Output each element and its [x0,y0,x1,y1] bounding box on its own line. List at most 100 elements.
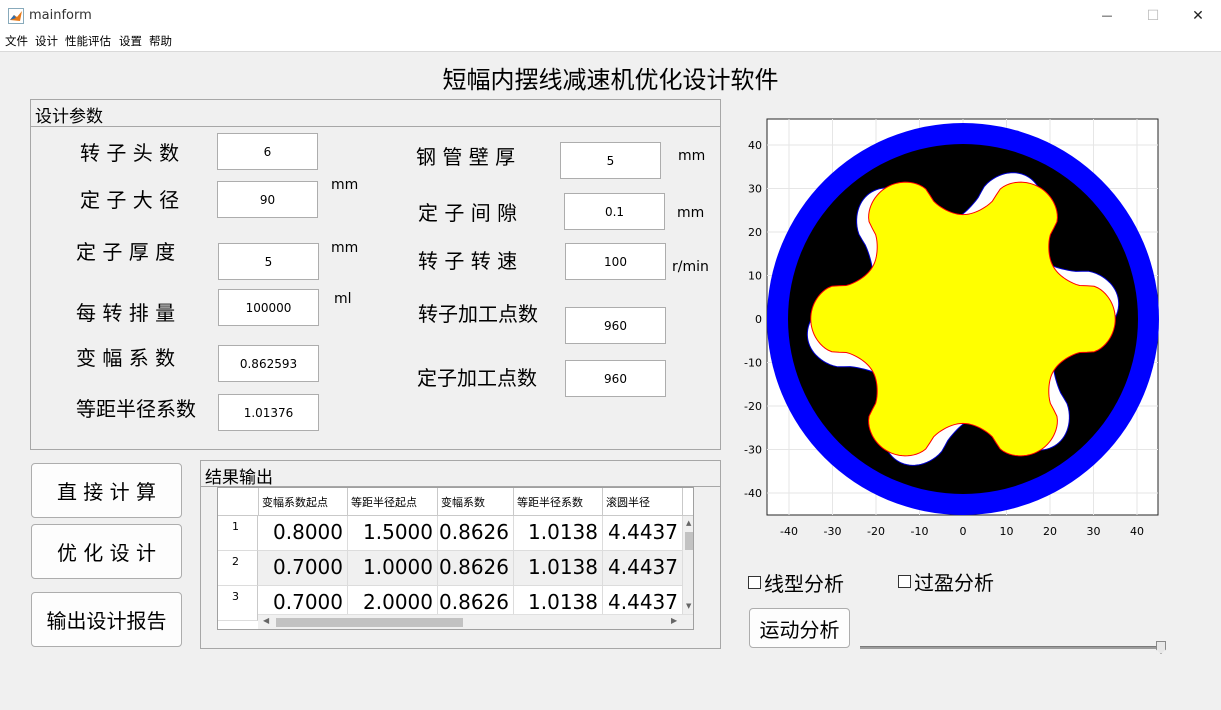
interference-analysis-checkbox[interactable]: 过盈分析 [898,567,994,596]
x-tick-label: 40 [1130,525,1144,538]
page-title: 短幅内摆线减速机优化设计软件 [442,66,779,94]
horizontal-scrollbar[interactable]: ◀ ▶ [258,614,693,629]
y-tick-label: -10 [744,357,762,370]
x-tick-label: 20 [1043,525,1057,538]
column-header-filler [683,488,693,516]
results-table[interactable]: 变幅系数起点 等距半径起点 变幅系数 等距半径系数 滚圆半径 1 0.8000 … [217,487,694,630]
row-index: 2 [218,551,258,586]
y-tick-labels: 40 30 20 10 0 -10 -20 -30 -40 [744,139,762,500]
maximize-icon: ☐ [1146,7,1160,24]
rotor-heads-input[interactable]: 6 [217,133,318,170]
amplitude-coef-input[interactable]: 0.862593 [218,345,319,382]
results-title: 结果输出 [201,461,720,488]
slider-track[interactable] [860,646,1164,649]
motion-slider[interactable] [860,641,1168,655]
y-tick-label: -40 [744,487,762,500]
menu-performance[interactable]: 性能评估 [65,33,111,49]
stator-clearance-label: 定 子 间 隙 [418,201,518,225]
profile-analysis-checkbox[interactable]: 线型分析 [748,568,844,597]
stator-diameter-input[interactable]: 90 [217,181,318,218]
x-tick-labels: -40 -30 -20 -10 0 10 20 30 40 [780,525,1144,538]
motion-analysis-button[interactable]: 运动分析 [749,608,850,648]
stator-clearance-unit: mm [677,205,705,221]
output-report-button[interactable]: 输出设计报告 [31,592,182,647]
rotor-speed-unit: r/min [672,259,709,275]
stator-points-input[interactable]: 960 [565,360,666,397]
horizontal-scroll-thumb[interactable] [276,618,463,627]
stator-points-label: 定子加工点数 [417,366,537,390]
table-cell[interactable]: 4.4437 [603,516,683,551]
x-tick-label: 0 [960,525,967,538]
y-tick-label: -20 [744,400,762,413]
table-cell[interactable]: 0.8000 [258,516,348,551]
vertical-scroll-thumb[interactable] [685,532,693,550]
stator-thickness-label: 定 子 厚 度 [76,240,176,264]
stator-diameter-unit: mm [331,177,359,193]
rotor-points-label: 转子加工点数 [418,302,538,326]
scroll-down-icon[interactable]: ▼ [686,602,691,610]
scroll-left-icon[interactable]: ◀ [263,616,269,625]
x-tick-label: -40 [780,525,798,538]
y-tick-label: 30 [748,183,762,196]
direct-compute-button[interactable]: 直 接 计 算 [31,463,182,518]
x-tick-label: -30 [824,525,842,538]
close-icon: ✕ [1192,7,1204,24]
table-cell[interactable]: 0.8626 [438,516,514,551]
amplitude-coef-label: 变 幅 系 数 [76,346,176,370]
checkbox-square[interactable] [898,575,911,588]
row-index: 1 [218,516,258,551]
column-header[interactable]: 变幅系数 [438,488,514,516]
column-header[interactable]: 变幅系数起点 [259,488,348,516]
row-index: 3 [218,586,258,621]
profile-analysis-label: 线型分析 [764,572,844,596]
equidistant-coef-input[interactable]: 1.01376 [218,394,319,431]
table-cell[interactable]: 1.0000 [348,551,438,586]
table-corner [218,488,259,516]
displacement-unit: ml [334,291,352,307]
x-tick-label: 10 [1000,525,1014,538]
table-cell[interactable]: 1.5000 [348,516,438,551]
tube-thickness-unit: mm [678,148,706,164]
menu-design[interactable]: 设计 [35,33,58,49]
stator-thickness-unit: mm [331,240,359,256]
stator-thickness-input[interactable]: 5 [218,243,319,280]
y-tick-label: 10 [748,270,762,283]
vertical-scrollbar[interactable]: ▲ ▼ [683,516,693,614]
y-tick-label: 40 [748,139,762,152]
title-bar: mainform — ☐ ✕ [0,0,1221,31]
y-tick-label: 20 [748,226,762,239]
tube-thickness-label: 钢 管 壁 厚 [416,145,516,169]
x-tick-label: -20 [867,525,885,538]
slider-thumb[interactable] [1156,641,1166,654]
optimize-design-button[interactable]: 优 化 设 计 [31,524,182,579]
minimize-button[interactable]: — [1084,0,1130,31]
matlab-icon [8,8,24,24]
table-cell[interactable]: 0.7000 [258,551,348,586]
table-cell[interactable]: 1.0138 [514,516,603,551]
column-header[interactable]: 等距半径起点 [348,488,438,516]
y-tick-label: -30 [744,444,762,457]
window-title: mainform [29,8,92,23]
column-header[interactable]: 等距半径系数 [514,488,603,516]
x-tick-label: 30 [1087,525,1101,538]
displacement-input[interactable]: 100000 [218,289,319,326]
maximize-button[interactable]: ☐ [1130,0,1176,31]
column-header[interactable]: 滚圆半径 [603,488,683,516]
checkbox-square[interactable] [748,576,761,589]
x-tick-label: -10 [911,525,929,538]
scroll-right-icon[interactable]: ▶ [671,616,677,625]
menu-settings[interactable]: 设置 [119,33,142,49]
menu-help[interactable]: 帮助 [149,33,172,49]
stator-clearance-input[interactable]: 0.1 [564,193,665,230]
table-cell[interactable]: 4.4437 [603,551,683,586]
rotor-points-input[interactable]: 960 [565,307,666,344]
menu-file[interactable]: 文件 [5,33,28,49]
table-cell[interactable]: 0.8626 [438,551,514,586]
tube-thickness-input[interactable]: 5 [560,142,661,179]
table-cell[interactable]: 1.0138 [514,551,603,586]
scroll-up-icon[interactable]: ▲ [686,519,691,527]
rotor-speed-input[interactable]: 100 [565,243,666,280]
equidistant-coef-label: 等距半径系数 [76,397,196,421]
y-tick-label: 0 [755,313,762,326]
close-button[interactable]: ✕ [1175,0,1221,31]
